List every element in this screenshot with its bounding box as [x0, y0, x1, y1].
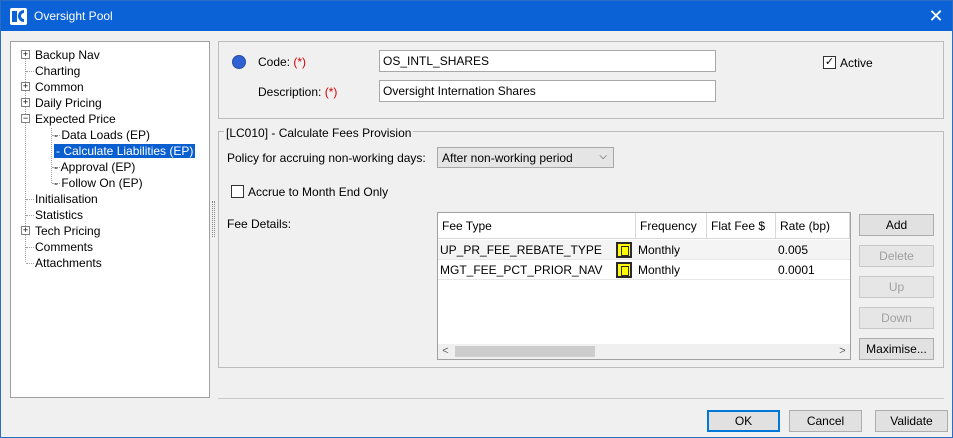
record-header-panel: Code: (*) Description: (*) ✓ Active	[218, 41, 944, 119]
scroll-left-icon[interactable]: <	[438, 344, 453, 359]
expand-icon[interactable]: +	[21, 50, 30, 59]
tree-branch	[26, 247, 34, 248]
tree-branch	[26, 263, 34, 264]
maximise-button[interactable]: Maximise...	[859, 338, 934, 360]
fee-details-label: Fee Details:	[227, 217, 292, 231]
cancel-button[interactable]: Cancel	[789, 410, 862, 432]
tree-item-common[interactable]: Common	[35, 79, 84, 95]
column-header-fee-type[interactable]: Fee Type	[438, 213, 636, 239]
policy-select[interactable]: After non-working period ⌵	[437, 147, 614, 168]
tree-item-daily-pricing[interactable]: Daily Pricing	[35, 95, 102, 111]
validate-button[interactable]: Validate	[875, 410, 948, 432]
frequency-cell: Monthly	[638, 243, 681, 257]
collapse-icon[interactable]: −	[21, 114, 30, 123]
tree-connector-child	[51, 128, 52, 183]
active-label: Active	[840, 56, 873, 70]
down-button[interactable]: Down	[859, 307, 934, 329]
tree-item-attachments[interactable]: Attachments	[35, 255, 102, 271]
group-title: [LC010] - Calculate Fees Provision	[224, 126, 414, 140]
tree-item-tech-pricing[interactable]: Tech Pricing	[35, 223, 100, 239]
tree-branch	[26, 71, 34, 72]
table-row[interactable]: MGT_FEE_PCT_PRIOR_NAV Monthly 0.0001	[438, 260, 850, 280]
column-header-frequency[interactable]: Frequency	[636, 213, 707, 239]
column-header-flat-fee[interactable]: Flat Fee $	[707, 213, 776, 239]
description-label: Description: (*)	[258, 85, 338, 99]
flat-fee-cell	[707, 260, 709, 280]
delete-button[interactable]: Delete	[859, 245, 934, 267]
tree-item-charting[interactable]: Charting	[35, 63, 80, 79]
tree-branch	[26, 199, 34, 200]
fee-type-cell: UP_PR_FEE_REBATE_TYPE	[440, 243, 602, 257]
tree-item-data-loads[interactable]: - Data Loads (EP)	[54, 127, 150, 143]
description-input[interactable]	[379, 80, 716, 102]
title-bar: Oversight Pool ✕	[1, 1, 952, 31]
tree-item-approval[interactable]: - Approval (EP)	[54, 159, 135, 175]
dialog-window: Oversight Pool ✕ + Backup Nav Charting +…	[0, 0, 953, 438]
window-title: Oversight Pool	[34, 9, 113, 23]
accrue-month-end-checkbox[interactable]	[231, 185, 244, 198]
tree-item-expected-price[interactable]: Expected Price	[35, 111, 116, 127]
accrue-month-end-label: Accrue to Month End Only	[248, 185, 389, 199]
chevron-down-icon: ⌵	[599, 151, 607, 162]
close-icon[interactable]: ✕	[924, 5, 948, 27]
rate-cell: 0.0001	[778, 263, 815, 277]
expand-icon[interactable]: +	[21, 82, 30, 91]
code-input[interactable]	[379, 50, 716, 72]
code-label: Code: (*)	[258, 55, 307, 69]
tree-item-statistics[interactable]: Statistics	[35, 207, 83, 223]
add-button[interactable]: Add	[859, 214, 934, 236]
tree-branch	[26, 215, 34, 216]
column-header-rate[interactable]: Rate (bp)	[776, 213, 850, 239]
tree-item-calculate-liabilities[interactable]: - Calculate Liabilities (EP)	[52, 143, 197, 159]
fee-details-table: Fee Type Frequency Flat Fee $ Rate (bp) …	[437, 212, 851, 360]
required-marker: (*)	[324, 85, 338, 99]
app-logo-icon	[10, 8, 27, 25]
status-indicator-icon	[232, 55, 246, 69]
table-row[interactable]: UP_PR_FEE_REBATE_TYPE Monthly 0.005	[438, 240, 850, 260]
tree-item-comments[interactable]: Comments	[35, 239, 93, 255]
expand-icon[interactable]: +	[21, 226, 30, 235]
flat-fee-cell	[707, 240, 709, 260]
ok-button[interactable]: OK	[707, 410, 780, 432]
policy-label: Policy for accruing non-working days:	[227, 151, 426, 165]
panel-splitter[interactable]	[212, 201, 215, 237]
horizontal-scrollbar[interactable]: < >	[438, 344, 850, 359]
scroll-right-icon[interactable]: >	[835, 344, 850, 359]
tree-item-follow-on[interactable]: - Follow On (EP)	[54, 175, 143, 191]
up-button[interactable]: Up	[859, 276, 934, 298]
lookup-icon[interactable]	[616, 262, 632, 278]
tree-item-backup-nav[interactable]: Backup Nav	[35, 47, 100, 63]
policy-select-value: After non-working period	[442, 151, 573, 165]
tree-item-initialisation[interactable]: Initialisation	[35, 191, 98, 207]
frequency-cell: Monthly	[638, 263, 681, 277]
footer-divider	[218, 398, 944, 399]
navigation-tree: + Backup Nav Charting + Common + Daily P…	[10, 41, 210, 398]
lookup-icon[interactable]	[616, 242, 632, 258]
required-marker: (*)	[293, 55, 307, 69]
rate-cell: 0.005	[778, 243, 809, 257]
scrollbar-thumb[interactable]	[455, 346, 595, 357]
active-checkbox[interactable]: ✓	[823, 56, 836, 69]
fee-type-cell: MGT_FEE_PCT_PRIOR_NAV	[440, 263, 603, 277]
expand-icon[interactable]: +	[21, 98, 30, 107]
